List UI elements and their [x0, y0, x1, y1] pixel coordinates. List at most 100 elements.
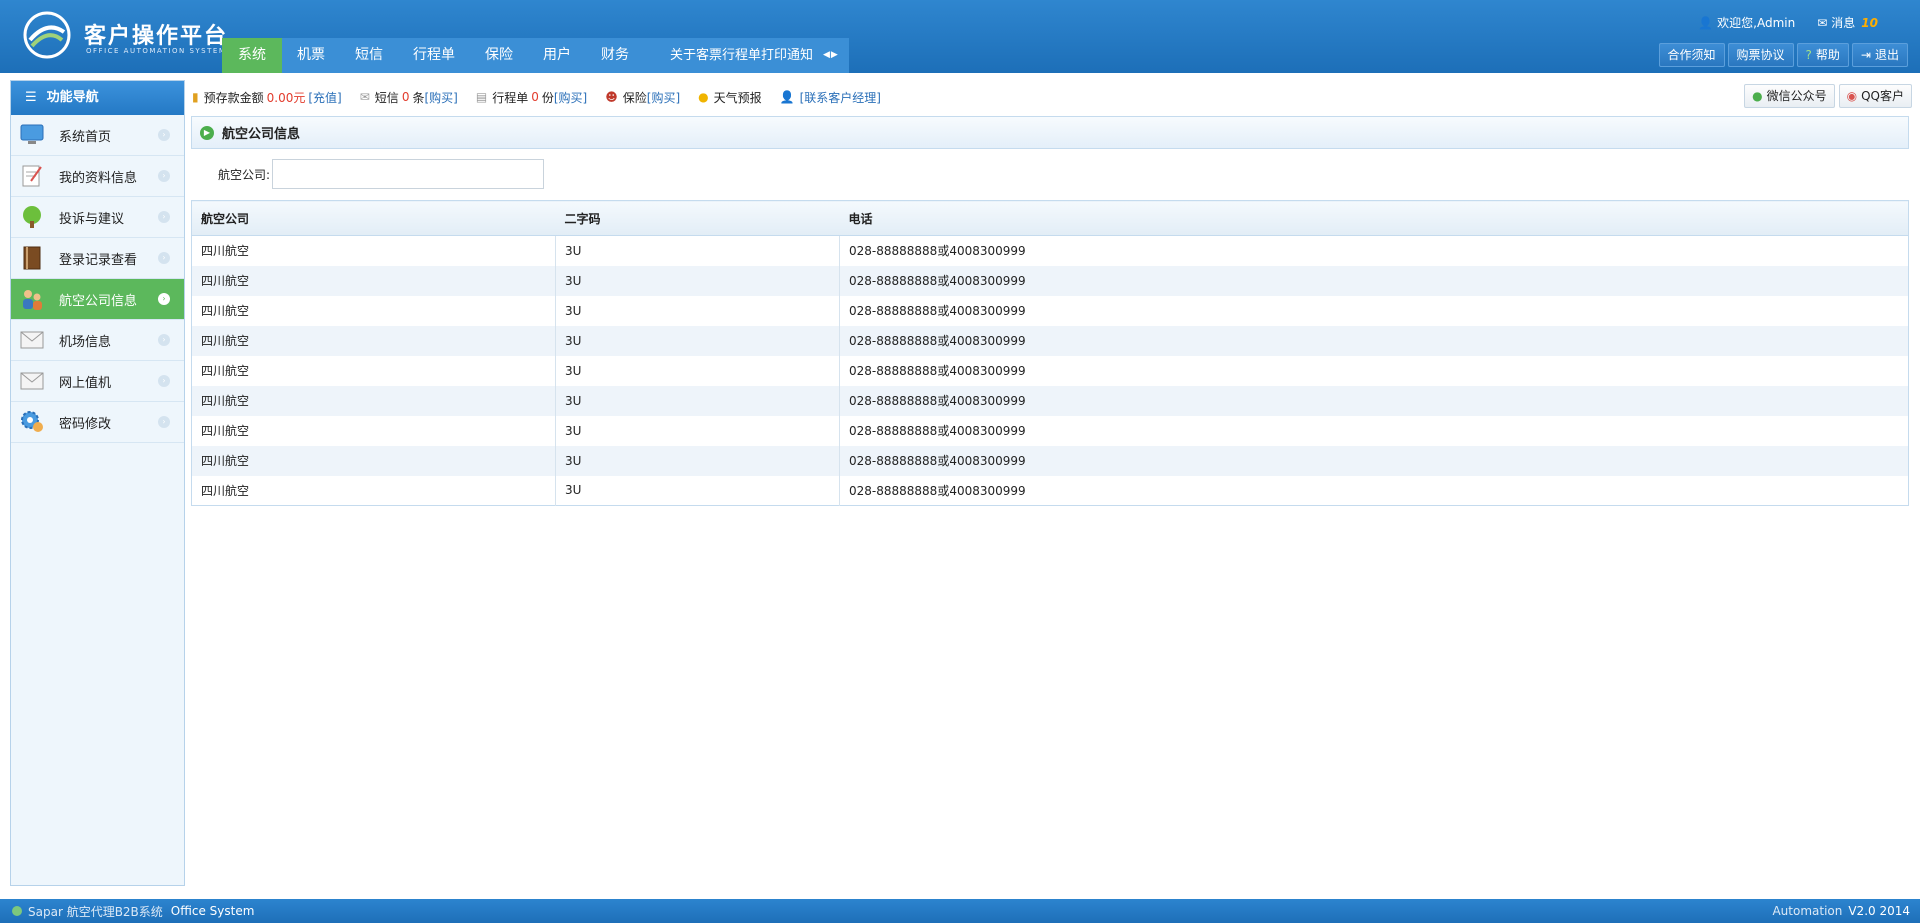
sidebar-item-password[interactable]: 密码修改 ›	[11, 402, 184, 443]
phone-cell: 028-88888888或4008300999	[839, 385, 1909, 416]
cooperation-button[interactable]: 合作须知	[1658, 43, 1725, 67]
notice-ticker: 关于客票行程单打印通知 ◀▶	[644, 38, 849, 73]
agreement-button[interactable]: 购票协议	[1727, 43, 1794, 67]
sms-info: ✉ 短信 0 条 [购买]	[360, 89, 458, 106]
notepad-icon	[19, 163, 45, 189]
weather-info[interactable]: ● 天气预报	[698, 89, 762, 106]
cooperation-label: 合作须知	[1667, 48, 1716, 62]
airline-cell: 四川航空	[191, 475, 556, 506]
sidebar-item-login-records[interactable]: 登录记录查看 ›	[11, 238, 184, 279]
phone-cell: 028-88888888或4008300999	[839, 445, 1909, 476]
sidebar-item-home[interactable]: 系统首页 ›	[11, 115, 184, 156]
chevron-right-icon: ›	[158, 416, 170, 428]
users-icon	[19, 286, 45, 312]
code-cell: 3U	[555, 415, 840, 446]
help-icon: ?	[1805, 48, 1812, 62]
nav-users[interactable]: 用户	[528, 38, 586, 73]
code-cell: 3U	[555, 295, 840, 326]
code-cell: 3U	[555, 445, 840, 476]
social-buttons: ● 微信公众号 ◉ QQ客户	[1744, 84, 1912, 108]
coins-icon: ▮	[192, 90, 199, 104]
code-cell: 3U	[555, 325, 840, 356]
column-header-phone[interactable]: 电话	[839, 200, 1909, 236]
table-row[interactable]: 四川航空 3U 028-88888888或4008300999	[191, 265, 1909, 296]
status-dot-icon	[12, 906, 22, 916]
sidebar-item-label: 航空公司信息	[59, 293, 138, 309]
logout-button[interactable]: ⇥ 退出	[1851, 43, 1908, 67]
phone-cell: 028-88888888或4008300999	[839, 325, 1909, 356]
document-icon: ▤	[475, 90, 488, 104]
sms-buy-link[interactable]: [购买]	[424, 89, 457, 106]
sidebar-item-airports[interactable]: 机场信息 ›	[11, 320, 184, 361]
phone-cell: 028-88888888或4008300999	[839, 235, 1909, 266]
itinerary-buy-link[interactable]: [购买]	[554, 89, 587, 106]
phone-cell: 028-88888888或4008300999	[839, 475, 1909, 506]
table-row[interactable]: 四川航空 3U 028-88888888或4008300999	[191, 415, 1909, 446]
logo-icon	[23, 11, 71, 59]
nav-tickets[interactable]: 机票	[282, 38, 340, 73]
deposit-info: ▮ 预存款金额 0.00元 [充值]	[192, 89, 342, 106]
qq-icon: ◉	[1846, 89, 1858, 103]
itinerary-unit: 份	[541, 90, 554, 105]
airline-cell: 四川航空	[191, 295, 556, 326]
table-row[interactable]: 四川航空 3U 028-88888888或4008300999	[191, 295, 1909, 326]
chevron-right-icon: ›	[158, 293, 170, 305]
messages[interactable]: ✉ 消息 10	[1817, 14, 1878, 31]
info-toolbar: ▮ 预存款金额 0.00元 [充值] ✉ 短信 0 条 [购买] ▤ 行程单 0…	[192, 84, 1912, 110]
book-icon	[19, 245, 45, 271]
airline-cell: 四川航空	[191, 325, 556, 356]
sidebar-item-feedback[interactable]: 投诉与建议 ›	[11, 197, 184, 238]
deposit-label: 预存款金额	[203, 90, 264, 105]
nav-system[interactable]: 系统	[222, 38, 282, 73]
welcome-text: 欢迎您,Admin	[1717, 16, 1796, 30]
table-row[interactable]: 四川航空 3U 028-88888888或4008300999	[191, 355, 1909, 386]
user-area: 👤 欢迎您,Admin ✉ 消息 10	[1698, 14, 1878, 31]
notice-text[interactable]: 关于客票行程单打印通知	[670, 38, 813, 73]
sidebar-title: 功能导航	[46, 90, 99, 105]
sidebar-item-airlines[interactable]: 航空公司信息 ›	[11, 279, 184, 320]
column-header-airline[interactable]: 航空公司	[191, 200, 556, 236]
footer: Sapar 航空代理B2B系统 Office System Automation…	[0, 899, 1920, 923]
table-row[interactable]: 四川航空 3U 028-88888888或4008300999	[191, 325, 1909, 356]
agreement-label: 购票协议	[1736, 48, 1785, 62]
insurance-info: ☻ 保险 [购买]	[605, 89, 680, 106]
app-subtitle: OFFICE AUTOMATION SYSTEM	[86, 47, 227, 55]
sidebar-header: ☰ 功能导航	[11, 81, 184, 115]
footer-system: Office System	[170, 904, 255, 918]
wechat-button[interactable]: ● 微信公众号	[1744, 84, 1835, 108]
header: 客户操作平台 OFFICE AUTOMATION SYSTEM 系统 机票 短信…	[0, 0, 1920, 73]
app-title: 客户操作平台	[84, 24, 229, 49]
qq-button[interactable]: ◉ QQ客户	[1838, 84, 1912, 108]
notice-arrows-icon[interactable]: ◀▶	[823, 38, 839, 73]
insurance-buy-link[interactable]: [购买]	[647, 89, 680, 106]
nav-insurance[interactable]: 保险	[470, 38, 528, 73]
sidebar-item-label: 登录记录查看	[59, 252, 138, 268]
table-row[interactable]: 四川航空 3U 028-88888888或4008300999	[191, 445, 1909, 476]
help-button[interactable]: ? 帮助	[1796, 43, 1849, 67]
table-row[interactable]: 四川航空 3U 028-88888888或4008300999	[191, 475, 1909, 506]
airline-search-input[interactable]	[272, 159, 545, 189]
footer-left: Sapar 航空代理B2B系统	[28, 904, 163, 919]
sun-icon: ●	[698, 90, 709, 104]
nav-sms[interactable]: 短信	[340, 38, 398, 73]
person-icon: ☻	[605, 90, 618, 104]
column-header-code[interactable]: 二字码	[555, 200, 840, 236]
top-buttons: 合作须知 购票协议 ? 帮助 ⇥ 退出	[1658, 43, 1908, 67]
contact-manager-link[interactable]: [联系客户经理]	[800, 89, 881, 106]
nav-itinerary[interactable]: 行程单	[398, 38, 470, 73]
main-nav: 系统 机票 短信 行程单 保险 用户 财务 关于客票行程单打印通知 ◀▶	[222, 38, 849, 73]
play-icon: ▶	[200, 125, 214, 140]
nav-finance[interactable]: 财务	[586, 38, 644, 73]
gear-icon	[19, 409, 45, 435]
table-row[interactable]: 四川航空 3U 028-88888888或4008300999	[191, 385, 1909, 416]
sidebar-item-checkin[interactable]: 网上值机 ›	[11, 361, 184, 402]
sidebar-item-label: 投诉与建议	[59, 211, 125, 227]
phone-cell: 028-88888888或4008300999	[839, 355, 1909, 386]
code-cell: 3U	[555, 355, 840, 386]
footer-version: V2.0 2014	[1848, 904, 1910, 918]
sidebar-item-label: 机场信息	[59, 334, 112, 350]
table-row[interactable]: 四川航空 3U 028-88888888或4008300999	[191, 235, 1909, 266]
sms-count: 0	[401, 90, 410, 104]
recharge-link[interactable]: [充值]	[308, 89, 341, 106]
sidebar-item-profile[interactable]: 我的资料信息 ›	[11, 156, 184, 197]
